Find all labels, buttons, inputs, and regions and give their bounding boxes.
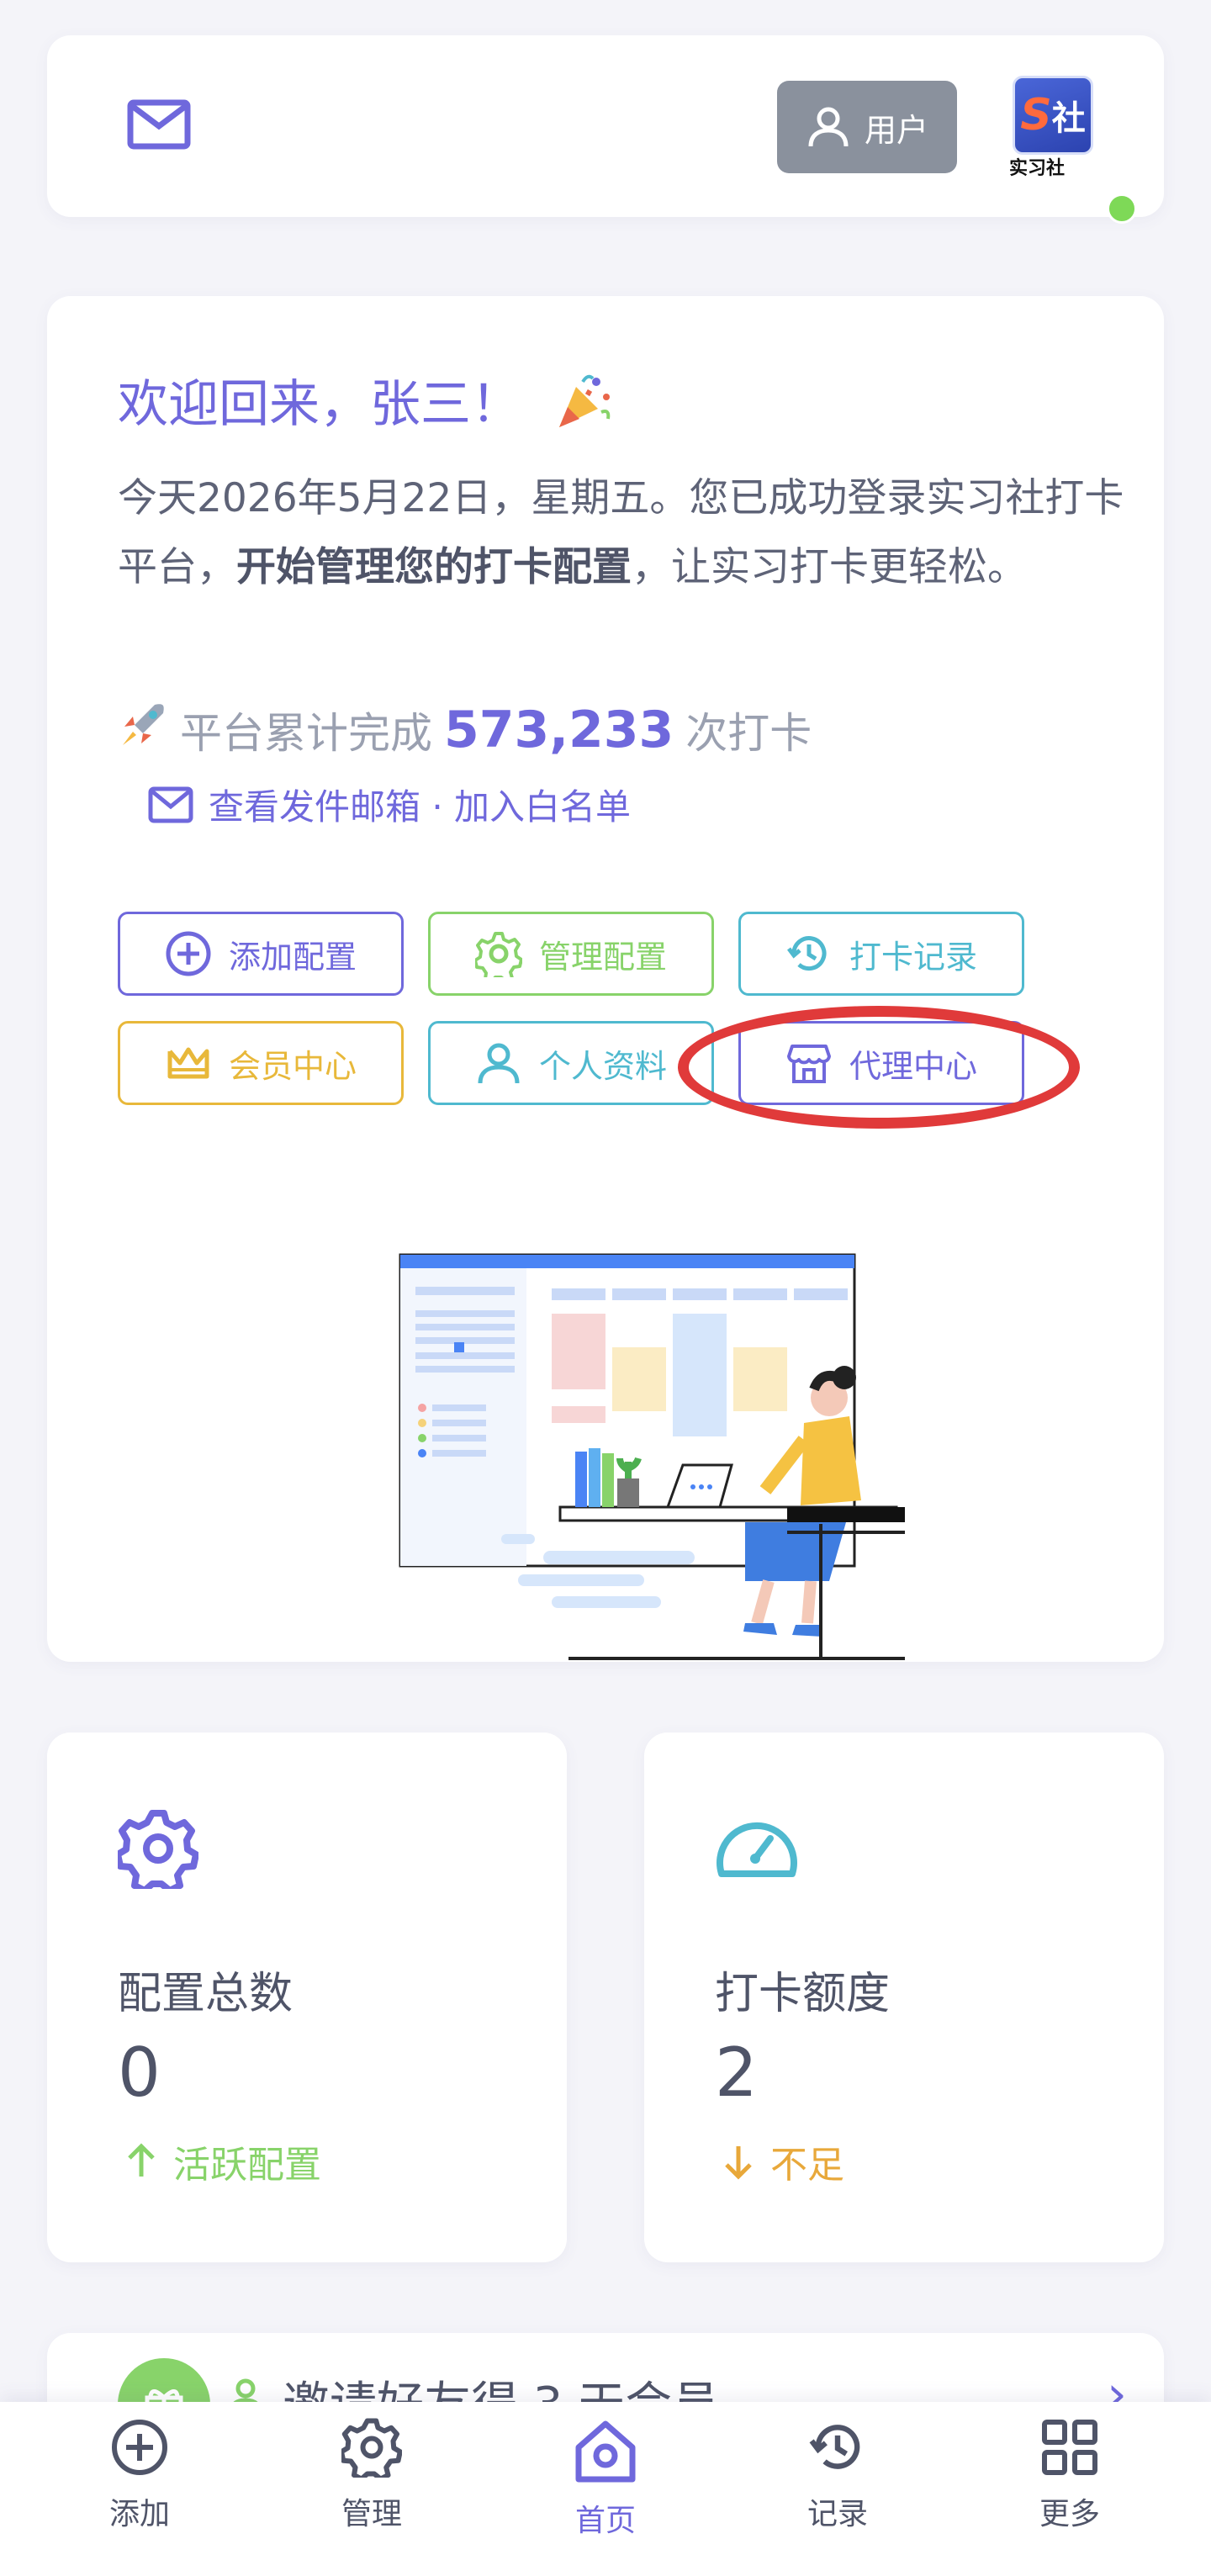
nav-records-label: 记录 [806, 2497, 868, 2531]
checkin-quota-card[interactable]: 打卡额度 2 不足 [644, 1732, 1164, 2262]
header-card: 用户 S社 实习社 [47, 35, 1164, 224]
quota-trend-label: 不足 [770, 2144, 844, 2187]
config-total-value: 0 [118, 2034, 161, 2112]
platform-stats: 平台累计完成 573,233 次打卡 [118, 700, 812, 760]
nav-home-label: 首页 [574, 2504, 636, 2538]
checkin-records-button[interactable]: 打卡记录 [738, 912, 1024, 996]
logo-caption: 实习社 [1009, 158, 1066, 179]
quota-trend: 不足 [722, 2134, 844, 2188]
profile-button[interactable]: 个人资料 [428, 1021, 714, 1105]
welcome-card: 欢迎回来，张三！ 今天2026年5月22日，星期五。您已成功登录实习社打卡平台，… [47, 296, 1164, 1662]
member-center-label: 会员中心 [228, 1047, 357, 1085]
checkin-quota-value: 2 [715, 2034, 758, 2112]
home-icon [575, 2420, 636, 2483]
speedometer-icon [715, 1808, 799, 1887]
highlight-annotation [678, 1006, 1080, 1129]
welcome-title-text: 欢迎回来，张三！ [118, 375, 521, 434]
history-icon [809, 2425, 860, 2469]
rocket-icon [118, 700, 168, 760]
user-icon [478, 1043, 520, 1084]
nav-add[interactable]: 添加 [39, 2417, 241, 2560]
stats-suffix: 次打卡 [685, 709, 812, 758]
nav-manage[interactable]: 管理 [271, 2417, 473, 2560]
online-status-dot [1107, 193, 1137, 224]
brand-logo: S社 [1013, 76, 1093, 155]
plus-circle-icon [166, 931, 211, 976]
nav-add-label: 添加 [108, 2497, 170, 2531]
gear-icon [341, 2418, 402, 2478]
plus-circle-icon [112, 2420, 167, 2475]
bottom-nav: 添加 管理 首页 记录 更多 [0, 2402, 1211, 2576]
nav-manage-label: 管理 [341, 2497, 402, 2531]
gear-icon [114, 1808, 199, 1894]
welcome-message: 今天2026年5月22日，星期五。您已成功登录实习社打卡平台，开始管理您的打卡配… [118, 464, 1144, 602]
manage-config-label: 管理配置 [538, 938, 667, 976]
nav-more[interactable]: 更多 [969, 2417, 1171, 2560]
arrow-down-icon [725, 2146, 752, 2180]
user-button-label: 用户 [864, 111, 928, 149]
stats-number: 573,233 [444, 701, 674, 759]
add-config-label: 添加配置 [228, 938, 357, 976]
mail-icon[interactable] [121, 91, 197, 158]
member-center-button[interactable]: 会员中心 [118, 1021, 404, 1105]
logo-char: 社 [1051, 99, 1086, 138]
config-total-label: 配置总数 [118, 1969, 293, 2019]
user-button[interactable]: 用户 [777, 81, 957, 173]
nav-home[interactable]: 首页 [505, 2417, 706, 2560]
dashboard-illustration [350, 1230, 905, 1667]
nav-more-label: 更多 [1039, 2497, 1100, 2531]
stats-prefix: 平台累计完成 [180, 709, 432, 758]
welcome-text-bold: 开始管理您的打卡配置 [236, 544, 632, 590]
nav-records[interactable]: 记录 [737, 2417, 939, 2560]
crown-icon [167, 1047, 209, 1079]
history-icon [786, 936, 827, 971]
user-icon [808, 107, 849, 147]
party-popper-icon [554, 372, 613, 443]
mailbox-link-label: 查看发件邮箱 · 加入白名单 [209, 786, 632, 828]
gear-icon [474, 932, 522, 977]
grid-icon [1042, 2420, 1097, 2475]
welcome-text-part2: ，让实习打卡更轻松。 [632, 544, 1027, 590]
checkin-quota-label: 打卡额度 [715, 1969, 891, 2019]
profile-label: 个人资料 [538, 1047, 667, 1085]
mail-icon [148, 786, 193, 823]
add-config-button[interactable]: 添加配置 [118, 912, 404, 996]
config-trend-label: 活跃配置 [173, 2144, 321, 2187]
config-trend: 活跃配置 [124, 2134, 321, 2188]
mailbox-link[interactable]: 查看发件邮箱 · 加入白名单 [148, 779, 631, 830]
logo-letter: S [1020, 90, 1052, 140]
manage-config-button[interactable]: 管理配置 [428, 912, 714, 996]
config-total-card[interactable]: 配置总数 0 活跃配置 [47, 1732, 567, 2262]
welcome-title: 欢迎回来，张三！ [118, 363, 613, 443]
checkin-records-label: 打卡记录 [849, 938, 977, 976]
arrow-up-icon [128, 2143, 155, 2177]
avatar[interactable]: S社 实习社 [997, 69, 1137, 224]
